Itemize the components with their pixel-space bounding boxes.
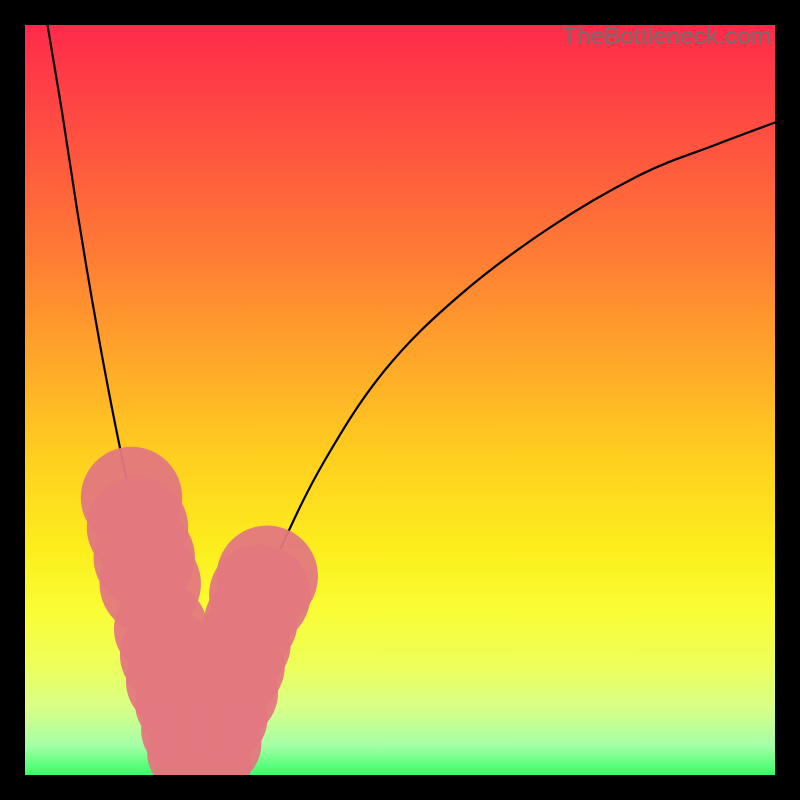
chart-frame: TheBottleneck.com: [0, 0, 800, 800]
bead-marker: [217, 526, 318, 627]
right-curve: [198, 123, 776, 776]
bead-markers: [81, 447, 318, 775]
watermark-text: TheBottleneck.com: [562, 25, 771, 51]
chart-overlay: [25, 25, 775, 775]
plot-area: TheBottleneck.com: [25, 25, 775, 775]
